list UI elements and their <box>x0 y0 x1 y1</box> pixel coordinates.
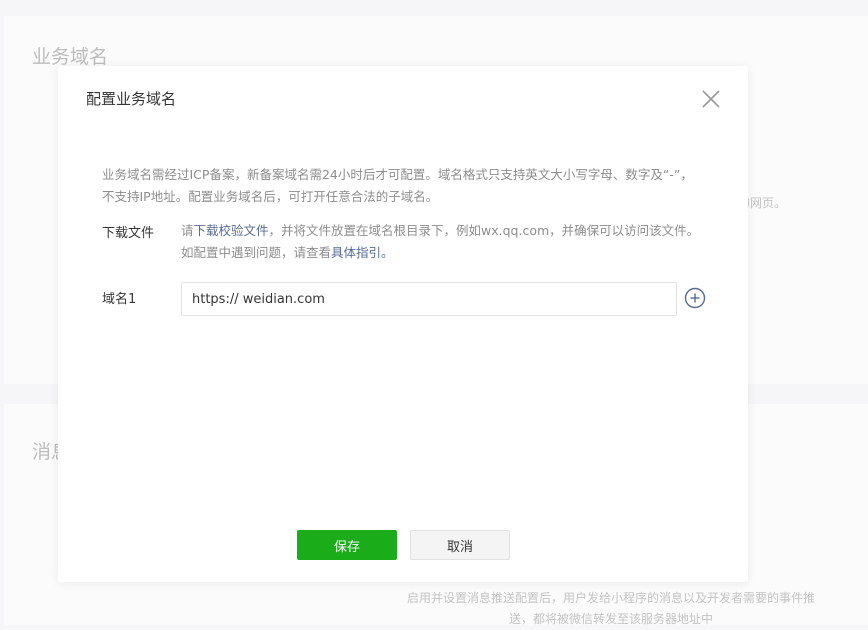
save-button[interactable]: 保存 <box>297 530 397 560</box>
background-message-line2: 送，都将被微信转发至该服务器地址中 <box>508 612 713 626</box>
configure-domain-dialog: 配置业务域名 业务域名需经过ICP备案，新备案域名需24小时后才可配置。域名格式… <box>58 66 748 582</box>
plus-circle-icon[interactable] <box>684 287 706 309</box>
download-file-label: 下载文件 <box>102 226 155 241</box>
dialog-title: 配置业务域名 <box>86 90 177 108</box>
download-verification-file-link[interactable]: 下载校验文件 <box>194 223 269 238</box>
cancel-button[interactable]: 取消 <box>410 530 510 560</box>
domain-label: 域名1 <box>102 292 137 307</box>
close-icon[interactable] <box>699 87 723 111</box>
background-section-title: 业务域名 <box>32 46 109 68</box>
guide-link[interactable]: 具体指引 <box>331 245 381 260</box>
background-message-description: 启用并设置消息推送配置后，用户发给小程序的消息以及开发者需要的事件推 送，都将被… <box>376 588 846 630</box>
domain-input[interactable] <box>181 282 677 316</box>
background-message-line1: 启用并设置消息推送配置后，用户发给小程序的消息以及开发者需要的事件推 <box>406 591 815 605</box>
dialog-description: 业务域名需经过ICP备案，新备案域名需24小时后才可配置。域名格式只支持英文大小… <box>102 167 693 204</box>
download-text-after: 。 <box>381 245 394 260</box>
download-file-instructions: 请下载校验文件，并将文件放置在域名根目录下，例如wx.qq.com，并确保可以访… <box>181 220 711 264</box>
download-text-before: 请 <box>181 223 194 238</box>
